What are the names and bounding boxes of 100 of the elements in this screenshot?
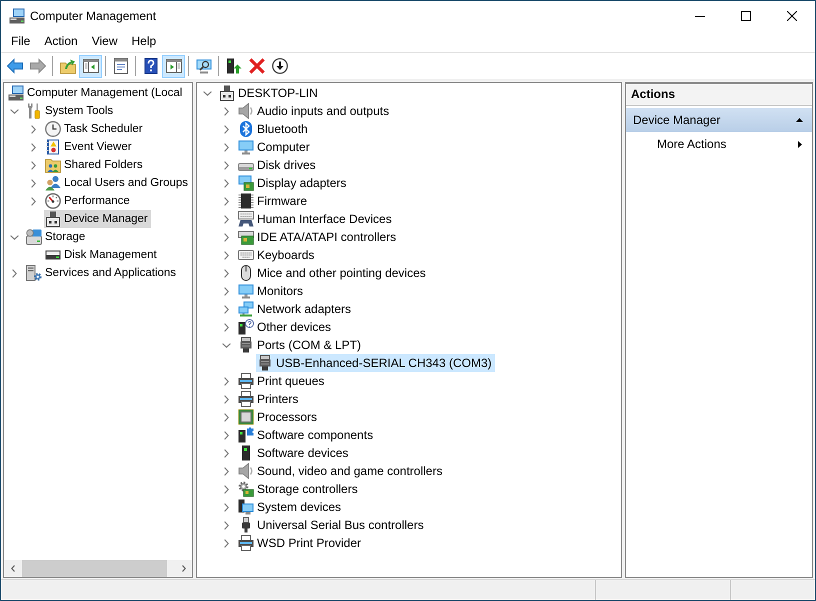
maximize-icon	[741, 11, 751, 21]
section-header[interactable]: Device Manager	[626, 108, 812, 132]
tree-item[interactable]: Software components	[237, 426, 376, 444]
tree-item[interactable]: System Tools	[25, 102, 116, 120]
keyboard-icon	[238, 247, 254, 263]
tree-item[interactable]: Device Manager	[44, 210, 151, 228]
chevron-right-icon[interactable]	[30, 124, 36, 134]
chevron-right-icon[interactable]	[12, 268, 16, 278]
tree-item[interactable]: Keyboards	[237, 246, 318, 264]
tree-item[interactable]: Services and Applications	[25, 264, 180, 282]
tree-item[interactable]: Event Viewer	[44, 138, 135, 156]
computer-icon	[9, 8, 25, 24]
tree-item[interactable]: Mice and other pointing devices	[237, 264, 429, 282]
users-icon	[45, 175, 61, 191]
back-arrow-icon	[6, 58, 22, 74]
chevron-right-icon[interactable]	[224, 322, 228, 332]
chevron-right-icon[interactable]	[224, 304, 228, 314]
chevron-right-icon[interactable]	[224, 232, 228, 242]
tree-item[interactable]: WSD Print Provider	[237, 534, 364, 552]
chevron-right-icon[interactable]	[224, 214, 228, 224]
monitor-search-icon	[196, 58, 212, 74]
tree-item[interactable]: Printers	[237, 390, 302, 408]
chevron-left-icon	[10, 565, 14, 572]
pane-left-icon	[82, 58, 98, 74]
tree-item[interactable]: Firmware	[237, 192, 310, 210]
tree-item[interactable]: Computer	[237, 138, 313, 156]
tree-item[interactable]: Universal Serial Bus controllers	[237, 516, 427, 534]
chevron-right-icon[interactable]	[224, 196, 228, 206]
tree-item[interactable]: Task Scheduler	[44, 120, 146, 138]
chevron-right-icon[interactable]	[224, 124, 228, 134]
tree-item[interactable]: Performance	[44, 192, 133, 210]
tree-item[interactable]: Processors	[237, 408, 320, 426]
tree-item[interactable]: Storage	[25, 228, 88, 246]
chevron-down-icon[interactable]	[202, 90, 212, 96]
tools-icon	[26, 103, 42, 119]
tree-item[interactable]: Monitors	[237, 282, 306, 300]
chevron-right-icon[interactable]	[224, 394, 228, 404]
tower-question-icon	[238, 319, 254, 335]
chevron-right-icon[interactable]	[224, 448, 228, 458]
chevron-right-icon[interactable]	[224, 142, 228, 152]
tree-item[interactable]: DESKTOP-LIN	[218, 84, 321, 102]
tree-item[interactable]: Other devices	[237, 318, 334, 336]
folder-up-icon	[60, 58, 76, 74]
chevron-down-icon[interactable]	[10, 234, 18, 240]
tree-item[interactable]: Local Users and Groups	[44, 174, 192, 192]
tree-item[interactable]: Computer Management (Local	[7, 84, 186, 102]
tree-item[interactable]: Disk Management	[44, 246, 160, 264]
chevron-right-icon[interactable]	[224, 250, 228, 260]
tree-item[interactable]: Display adapters	[237, 174, 350, 192]
display-adapter-icon	[238, 175, 254, 191]
chevron-right-icon[interactable]	[30, 178, 36, 188]
chevron-right-icon[interactable]	[224, 178, 228, 188]
tree-item[interactable]: Print queues	[237, 372, 328, 390]
controller-card-icon	[238, 229, 254, 245]
chevron-right-icon[interactable]	[224, 520, 228, 530]
tree-item[interactable]: Ports (COM & LPT)	[237, 336, 364, 354]
tree-item[interactable]: Network adapters	[237, 300, 354, 318]
chevron-right-icon[interactable]	[224, 376, 228, 386]
bluetooth-icon	[238, 121, 254, 137]
chevron-right-icon[interactable]	[30, 142, 36, 152]
tree-item[interactable]: Shared Folders	[44, 156, 146, 174]
chevron-down-icon[interactable]	[222, 342, 230, 348]
tree-item[interactable]: Human Interface Devices	[237, 210, 395, 228]
action-item[interactable]: More Actions	[626, 132, 812, 156]
tree-item[interactable]: IDE ATA/ATAPI controllers	[237, 228, 400, 246]
tree-item[interactable]: USB-Enhanced-SERIAL CH343 (COM3)	[256, 354, 495, 372]
scrollbar-thumb[interactable]	[22, 560, 167, 577]
chevron-right-icon[interactable]	[30, 160, 36, 170]
server-gear-icon	[26, 265, 42, 281]
forward-arrow-icon	[30, 58, 46, 74]
menu-item[interactable]: View	[84, 31, 124, 52]
tower-monitor-icon	[238, 499, 254, 515]
chevron-right-icon[interactable]	[224, 484, 228, 494]
chevron-right-icon[interactable]	[224, 286, 228, 296]
chevron-right-icon[interactable]	[224, 430, 228, 440]
chevron-right-icon[interactable]	[224, 502, 228, 512]
chevron-right-icon[interactable]	[224, 268, 228, 278]
chevron-right-icon[interactable]	[224, 466, 228, 476]
tree-item[interactable]: Bluetooth	[237, 120, 311, 138]
help-icon	[142, 58, 158, 74]
chevron-right-icon	[182, 565, 186, 572]
chevron-right-icon[interactable]	[224, 106, 228, 116]
menu-item[interactable]: Action	[37, 31, 85, 52]
tree-item[interactable]: System devices	[237, 498, 344, 516]
properties-icon	[112, 58, 128, 74]
menu-item[interactable]: Help	[124, 31, 164, 52]
processor-icon	[238, 409, 254, 425]
chevron-right-icon[interactable]	[224, 538, 228, 548]
chevron-right-icon[interactable]	[30, 196, 36, 206]
tree-item[interactable]: Software devices	[237, 444, 352, 462]
chevron-right-icon[interactable]	[224, 412, 228, 422]
chevron-right-icon[interactable]	[224, 160, 228, 170]
actions-header: Actions	[626, 84, 812, 106]
tree-item[interactable]: Audio inputs and outputs	[237, 102, 392, 120]
submenu-arrow-icon	[798, 140, 802, 148]
tree-item[interactable]: Storage controllers	[237, 480, 361, 498]
chevron-down-icon[interactable]	[10, 108, 18, 114]
tree-item[interactable]: Disk drives	[237, 156, 319, 174]
tree-item[interactable]: Sound, video and game controllers	[237, 462, 446, 480]
menu-item[interactable]: File	[4, 31, 38, 52]
